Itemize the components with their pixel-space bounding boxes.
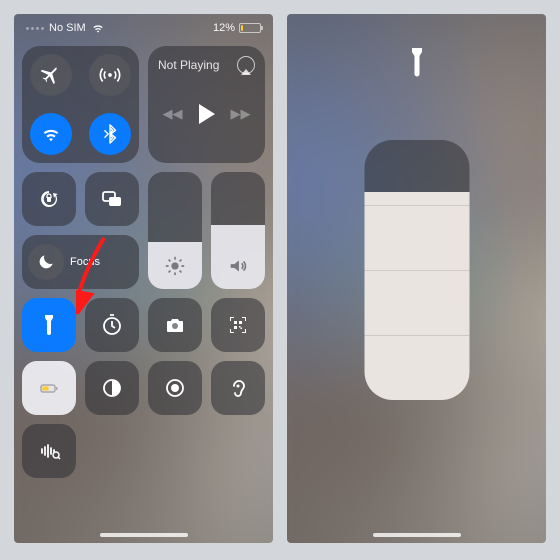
airplane-icon	[30, 54, 72, 96]
brightness-slider[interactable]	[148, 172, 202, 289]
status-right: 12%	[213, 22, 261, 34]
home-indicator[interactable]	[373, 533, 461, 537]
cellular-toggle[interactable]	[81, 46, 140, 105]
bluetooth-icon	[89, 113, 131, 155]
hearing-button[interactable]	[211, 361, 265, 415]
airplane-toggle[interactable]	[22, 46, 81, 105]
screen-record-icon	[163, 376, 187, 400]
carrier-label: No SIM	[49, 22, 86, 34]
qr-scan-icon	[226, 313, 250, 337]
previous-button[interactable]: ◀◀	[163, 106, 183, 122]
flashlight-level-slider[interactable]	[364, 140, 469, 400]
ear-icon	[226, 376, 250, 400]
level-tick	[364, 205, 469, 206]
wifi-icon	[30, 113, 72, 155]
music-recognition-icon	[37, 439, 61, 463]
level-tick	[364, 270, 469, 271]
flashlight-level-fill	[364, 192, 469, 400]
dark-mode-icon	[100, 376, 124, 400]
media-controls: ◀◀ ▶▶	[158, 74, 255, 153]
orientation-lock-toggle[interactable]	[22, 172, 76, 226]
focus-label: Focus	[70, 256, 100, 268]
battery-low-power-icon	[37, 376, 61, 400]
screen-mirroring-icon	[100, 187, 124, 211]
flashlight-header-icon	[405, 48, 429, 83]
screen-mirroring-button[interactable]	[85, 172, 139, 226]
play-button[interactable]	[199, 104, 215, 124]
level-tick	[364, 335, 469, 336]
battery-percent: 12%	[213, 22, 235, 34]
music-recognition-button[interactable]	[22, 424, 76, 478]
flashlight-level-panel	[287, 14, 546, 543]
low-power-toggle[interactable]	[22, 361, 76, 415]
bluetooth-toggle[interactable]	[81, 105, 140, 164]
battery-icon	[239, 23, 261, 33]
camera-button[interactable]	[148, 298, 202, 352]
wifi-icon	[91, 21, 105, 35]
moon-icon	[36, 252, 56, 272]
antenna-icon	[89, 54, 131, 96]
controls-grid: Not Playing ◀◀ ▶▶	[14, 38, 273, 495]
next-button[interactable]: ▶▶	[231, 106, 251, 122]
focus-button[interactable]: Focus	[22, 235, 139, 289]
wifi-toggle[interactable]	[22, 105, 81, 164]
status-bar: No SIM 12%	[14, 14, 273, 38]
airplay-icon[interactable]	[237, 56, 255, 74]
camera-icon	[163, 313, 187, 337]
media-title: Not Playing	[158, 58, 219, 72]
home-indicator[interactable]	[100, 533, 188, 537]
status-left: No SIM	[26, 21, 105, 35]
orientation-lock-icon	[37, 187, 61, 211]
cellular-signal-icon	[26, 27, 44, 30]
media-tile[interactable]: Not Playing ◀◀ ▶▶	[148, 46, 265, 163]
flashlight-icon	[37, 313, 61, 337]
brightness-icon	[164, 255, 186, 277]
volume-icon	[227, 255, 249, 277]
qr-scan-button[interactable]	[211, 298, 265, 352]
flashlight-toggle[interactable]	[22, 298, 76, 352]
screen-record-button[interactable]	[148, 361, 202, 415]
volume-slider[interactable]	[211, 172, 265, 289]
connectivity-tile[interactable]	[22, 46, 139, 163]
timer-button[interactable]	[85, 298, 139, 352]
timer-icon	[100, 313, 124, 337]
dark-mode-toggle[interactable]	[85, 361, 139, 415]
control-center-panel: No SIM 12%	[14, 14, 273, 543]
